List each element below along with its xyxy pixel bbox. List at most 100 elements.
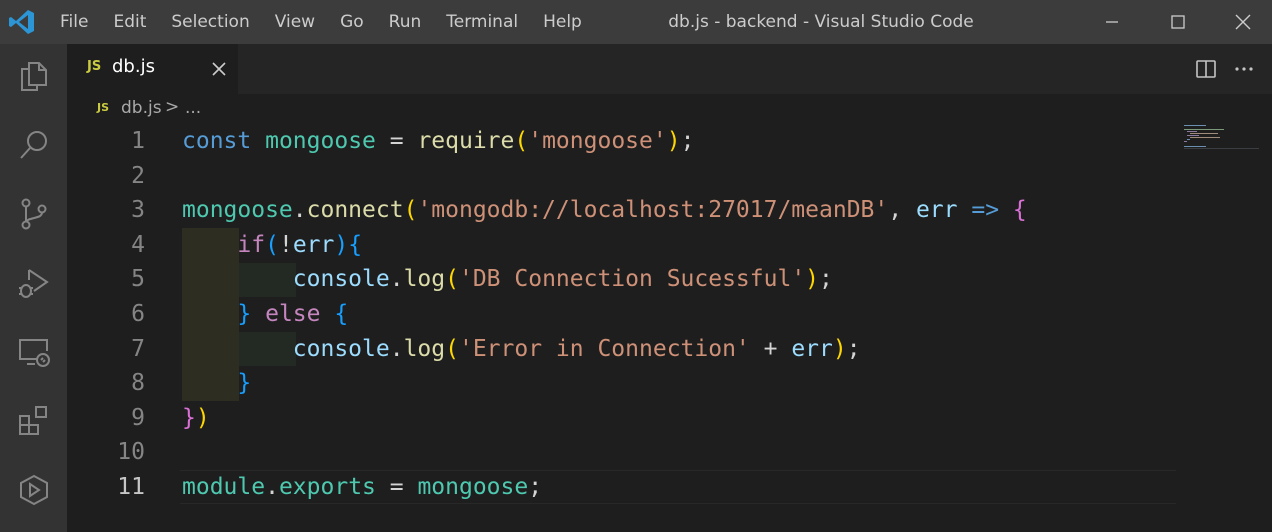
- menu-bar: File Edit Selection View Go Run Terminal…: [60, 0, 607, 44]
- minimap[interactable]: [1184, 124, 1259, 154]
- code-editor[interactable]: 1 const mongoose = require('mongoose'); 2 3…: [67, 124, 1272, 532]
- code-token: 'mongodb://localhost:27017/meanDB': [417, 197, 889, 224]
- code-token: =: [375, 128, 418, 154]
- activity-bar: [0, 44, 67, 532]
- breadcrumb-symbols[interactable]: ...: [185, 98, 201, 118]
- code-token: ): [666, 128, 681, 154]
- more-actions-icon[interactable]: [1233, 58, 1255, 80]
- menu-file[interactable]: File: [60, 12, 88, 32]
- activity-source-control[interactable]: [0, 184, 67, 244]
- code-token: ,: [888, 197, 916, 224]
- close-icon[interactable]: [207, 57, 231, 81]
- code-line[interactable]: 7 console.log('Error in Connection' + er…: [67, 332, 1177, 366]
- activity-testing[interactable]: [0, 460, 67, 520]
- code-token: err: [292, 231, 335, 258]
- code-token: 'Error in Connection': [458, 335, 750, 362]
- menu-selection[interactable]: Selection: [171, 12, 249, 32]
- code-token: module: [182, 474, 266, 500]
- code-token: (: [265, 231, 279, 258]
- code-token: }: [182, 404, 196, 431]
- code-line[interactable]: 11 module.exports = mongoose;: [67, 470, 1177, 504]
- code-token: ;: [528, 474, 543, 500]
- code-token: const: [182, 128, 252, 154]
- line-number: 10: [117, 439, 145, 466]
- code-token: connect: [306, 197, 404, 224]
- code-line[interactable]: 6 } else {: [67, 297, 1177, 331]
- code-token: (: [445, 266, 459, 293]
- menu-help[interactable]: Help: [543, 12, 582, 32]
- code-text: console.log('Error in Connection' + err)…: [182, 332, 861, 366]
- code-line[interactable]: 1 const mongoose = require('mongoose');: [67, 124, 1177, 158]
- code-token: {: [348, 231, 363, 258]
- menu-edit[interactable]: Edit: [113, 12, 146, 32]
- javascript-file-icon: JS: [97, 101, 110, 114]
- code-line[interactable]: 10: [67, 435, 1177, 469]
- activity-remote-explorer[interactable]: [0, 322, 67, 382]
- title-bar: File Edit Selection View Go Run Terminal…: [0, 0, 1272, 44]
- code-token: ): [805, 266, 820, 293]
- code-text: }): [182, 401, 210, 435]
- editor-tab-bar: JS db.js: [67, 44, 1272, 94]
- breadcrumb: JS db.js > ...: [67, 94, 1272, 124]
- line-number: 1: [131, 128, 145, 154]
- vscode-logo-icon[interactable]: [8, 9, 36, 35]
- maximize-icon: [1171, 15, 1185, 29]
- code-token: console: [292, 266, 390, 293]
- line-number: 2: [131, 162, 145, 189]
- testing-icon: [19, 474, 48, 506]
- activity-explorer[interactable]: [0, 46, 67, 106]
- code-line[interactable]: 2: [67, 159, 1177, 193]
- code-text: mongoose.connect('mongodb://localhost:27…: [182, 193, 1027, 227]
- code-token: }: [237, 370, 252, 397]
- code-text: if(!err){: [182, 228, 362, 262]
- menu-run[interactable]: Run: [389, 12, 422, 32]
- code-line[interactable]: 5 console.log('DB Connection Sucessful')…: [67, 262, 1177, 296]
- code-token: .: [292, 197, 307, 224]
- tab-db-js[interactable]: JS db.js: [67, 44, 238, 94]
- line-number: 8: [131, 370, 145, 397]
- code-line[interactable]: 9}): [67, 401, 1177, 435]
- code-token: ;: [846, 335, 861, 362]
- activity-search[interactable]: [0, 115, 67, 175]
- code-token: ;: [819, 266, 833, 293]
- code-token: exports: [278, 474, 376, 500]
- maximize-button[interactable]: [1155, 0, 1201, 44]
- code-token: ): [832, 335, 847, 362]
- code-token: ): [195, 404, 210, 431]
- breadcrumb-file[interactable]: db.js: [121, 98, 162, 118]
- code-text: }: [182, 366, 251, 400]
- minimize-button[interactable]: [1089, 0, 1135, 44]
- minimize-icon: [1106, 21, 1118, 23]
- menu-go[interactable]: Go: [340, 12, 364, 32]
- code-token: (: [403, 197, 418, 224]
- code-token: err: [791, 335, 833, 362]
- activity-extensions[interactable]: [0, 391, 67, 451]
- activity-run-debug[interactable]: [0, 253, 67, 313]
- code-line[interactable]: 8 }: [67, 366, 1177, 400]
- code-token: .: [265, 474, 279, 500]
- code-token: {: [334, 301, 349, 327]
- code-line[interactable]: 3 mongoose.connect('mongodb://localhost:2…: [67, 193, 1177, 227]
- code-token: mongoose: [417, 474, 529, 500]
- code-text: } else {: [182, 297, 348, 331]
- code-text: const mongoose = require('mongoose');: [182, 124, 694, 158]
- extensions-icon: [18, 406, 47, 435]
- code-token: =: [375, 474, 418, 500]
- menu-view[interactable]: View: [275, 12, 315, 32]
- code-line[interactable]: 4 if(!err){: [67, 228, 1177, 262]
- code-token: mongoose: [265, 128, 376, 154]
- split-editor-icon[interactable]: [1195, 58, 1217, 80]
- code-text: console.log('DB Connection Sucessful');: [182, 262, 833, 296]
- tab-label: db.js: [112, 56, 155, 77]
- line-number: 3: [131, 197, 145, 224]
- menu-terminal[interactable]: Terminal: [446, 12, 518, 32]
- close-window-button[interactable]: [1220, 0, 1266, 44]
